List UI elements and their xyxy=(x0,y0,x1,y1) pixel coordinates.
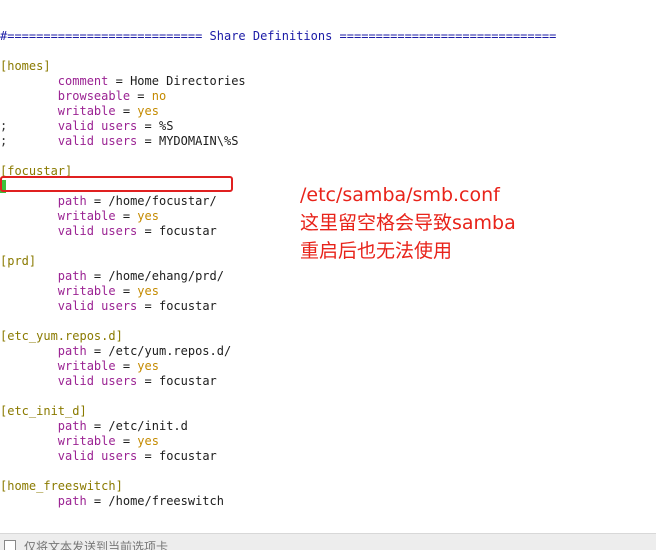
code-line: ; valid users = %S xyxy=(0,119,174,133)
setting-value: yes xyxy=(137,284,159,298)
setting-key: writable xyxy=(57,434,116,448)
setting-key: valid users xyxy=(57,224,138,238)
code-line: path = /etc/init.d xyxy=(57,419,188,433)
section-header: [prd] xyxy=(0,254,37,268)
setting-key: comment xyxy=(57,74,109,88)
header-comment: #=========================== Share Defin… xyxy=(0,29,557,43)
code-line: [homes] xyxy=(0,59,656,74)
setting-value: focustar xyxy=(158,224,217,238)
annotation-line-1: /etc/samba/smb.conf xyxy=(300,184,500,206)
annotation-note: /etc/samba/smb.conf 这里留空格会导致samba 重启后也无法… xyxy=(300,181,516,265)
setting-value: /etc/init.d xyxy=(108,419,188,433)
annotation-line-3: 重启后也无法使用 xyxy=(300,240,453,262)
setting-key: writable xyxy=(57,209,116,223)
setting-value: Home Directories xyxy=(130,74,246,88)
setting-value: /home/ehang/prd/ xyxy=(108,269,224,283)
code-line: path = /home/freeswitch xyxy=(57,494,224,508)
send-to-tab-bar: 仅将文本发送到当前选项卡 xyxy=(0,533,656,550)
code-line: #=========================== Share Defin… xyxy=(0,29,656,44)
code-line: comment = Home Directories xyxy=(57,74,246,88)
code-line: [home_freeswitch] xyxy=(0,479,656,494)
code-line: valid users = focustar xyxy=(57,449,217,463)
code-line: ; valid users = MYDOMAIN\%S xyxy=(0,134,239,148)
section-header: [etc_init_d] xyxy=(0,404,87,418)
code-line: browseable = no xyxy=(57,89,167,103)
section-header: [home_freeswitch] xyxy=(0,479,123,493)
section-header: [homes] xyxy=(0,59,51,73)
setting-key: valid users xyxy=(57,374,138,388)
setting-value: MYDOMAIN\%S xyxy=(158,134,239,148)
code-line: [etc_yum.repos.d] xyxy=(0,329,656,344)
setting-key: valid users xyxy=(57,299,138,313)
code-line: writable = yes xyxy=(57,359,159,373)
code-line: path = /etc/yum.repos.d/ xyxy=(57,344,232,358)
setting-value: yes xyxy=(137,359,159,373)
code-line: writable = yes xyxy=(57,434,159,448)
setting-key: valid users xyxy=(57,134,138,148)
code-line: path = /home/ehang/prd/ xyxy=(57,269,224,283)
setting-value: /home/freeswitch xyxy=(108,494,224,508)
setting-value: focustar xyxy=(158,299,217,313)
highlight-box xyxy=(0,176,233,192)
setting-value: focustar xyxy=(158,449,217,463)
send-to-tab-label: 仅将文本发送到当前选项卡 xyxy=(24,540,169,550)
setting-key: path xyxy=(57,269,87,283)
setting-key: browseable xyxy=(57,89,131,103)
code-line: writable = yes xyxy=(57,284,159,298)
setting-value: yes xyxy=(137,434,159,448)
setting-key: writable xyxy=(57,359,116,373)
setting-value: /etc/yum.repos.d/ xyxy=(108,344,232,358)
setting-value: /home/focustar/ xyxy=(108,194,217,208)
setting-key: valid users xyxy=(57,449,138,463)
setting-key: path xyxy=(57,344,87,358)
setting-key: valid users xyxy=(57,119,138,133)
code-line: writable = yes xyxy=(57,104,159,118)
setting-value: %S xyxy=(158,119,174,133)
setting-value: focustar xyxy=(158,374,217,388)
code-line: [etc_init_d] xyxy=(0,404,656,419)
editor-text-area[interactable]: #=========================== Share Defin… xyxy=(0,29,656,509)
setting-key: path xyxy=(57,194,87,208)
annotation-line-2: 这里留空格会导致samba xyxy=(300,212,516,234)
setting-value: yes xyxy=(137,209,159,223)
setting-key: path xyxy=(57,419,87,433)
code-line: valid users = focustar xyxy=(57,299,217,313)
section-header: [etc_yum.repos.d] xyxy=(0,329,123,343)
setting-value: no xyxy=(151,89,167,103)
setting-key: writable xyxy=(57,104,116,118)
code-line: valid users = focustar xyxy=(57,374,217,388)
setting-value: yes xyxy=(137,104,159,118)
setting-key: path xyxy=(57,494,87,508)
setting-key: writable xyxy=(57,284,116,298)
